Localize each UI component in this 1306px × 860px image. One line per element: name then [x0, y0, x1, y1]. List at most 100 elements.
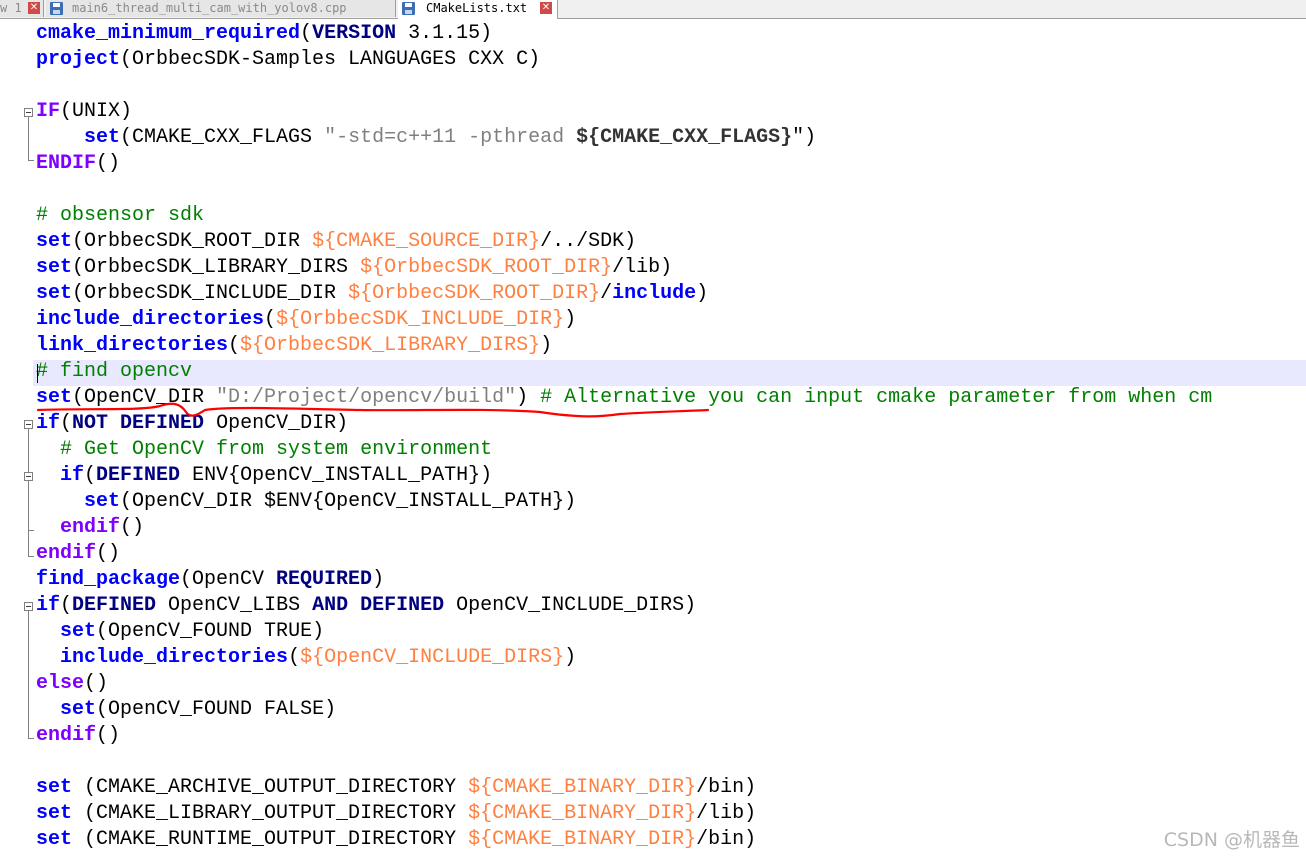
code-comment: # obsensor sdk — [36, 204, 205, 227]
code-line-13: link_directories(${OrbbecSDK_LIBRARY_DIR… — [36, 333, 552, 359]
code-token: VERSION — [312, 22, 397, 45]
code-token: ${CMAKE_BINARY_DIR} — [468, 802, 697, 825]
code-line-1: cmake_minimum_required(VERSION 3.1.15) — [36, 21, 492, 47]
code-token: "D:/Project/opencv/build" — [216, 386, 517, 409]
code-line-14: # find opencv — [36, 359, 192, 385]
code-line-16: if(NOT DEFINED OpenCV_DIR) — [36, 411, 348, 437]
code-token: include_directories — [36, 308, 265, 331]
code-token: ) — [516, 386, 541, 409]
code-token: () — [96, 152, 121, 175]
close-icon[interactable]: ✕ — [28, 2, 40, 14]
code-token: DEFINED — [96, 464, 181, 487]
fold-toggle-icon[interactable] — [24, 602, 33, 611]
code-token: else — [36, 672, 85, 695]
code-comment: # find opencv — [36, 360, 193, 383]
code-line-5: set(CMAKE_CXX_FLAGS "-std=c++11 -pthread… — [36, 125, 816, 151]
code-line-25: include_directories(${OpenCV_INCLUDE_DIR… — [36, 645, 576, 671]
code-token: ${CMAKE_BINARY_DIR} — [468, 828, 697, 851]
code-token: endif — [36, 724, 97, 747]
code-token: ( — [264, 308, 277, 331]
tab-previous[interactable]: w 1 ✕ — [0, 0, 44, 17]
code-token: (CMAKE_CXX_FLAGS — [120, 126, 325, 149]
code-token: set — [36, 230, 73, 253]
code-token: (CMAKE_RUNTIME_OUTPUT_DIRECTORY — [72, 828, 469, 851]
code-token: if — [36, 412, 61, 435]
code-line-10: set(OrbbecSDK_LIBRARY_DIRS ${OrbbecSDK_R… — [36, 255, 672, 281]
code-token: / — [600, 282, 613, 305]
code-token: ) — [696, 282, 709, 305]
code-line-6: ENDIF() — [36, 151, 120, 177]
file-saved-icon — [50, 2, 63, 15]
code-line-28: endif() — [36, 723, 120, 749]
code-token: ${OpenCV_INCLUDE_DIRS} — [300, 646, 565, 669]
code-token: "-std=c++11 -pthread — [324, 126, 577, 149]
code-token: ${OrbbecSDK_INCLUDE_DIR} — [276, 308, 565, 331]
code-line-2: project(OrbbecSDK-Samples LANGUAGES CXX … — [36, 47, 540, 73]
code-line-31: set (CMAKE_LIBRARY_OUTPUT_DIRECTORY ${CM… — [36, 801, 756, 827]
code-line-24: set(OpenCV_FOUND TRUE) — [36, 619, 324, 645]
code-token: AND DEFINED — [312, 594, 445, 617]
code-token: (OpenCV_DIR — [72, 386, 217, 409]
code-token: /bin) — [696, 828, 757, 851]
code-line-11: set(OrbbecSDK_INCLUDE_DIR ${OrbbecSDK_RO… — [36, 281, 708, 307]
code-token: (OpenCV_DIR $ENV{OpenCV_INSTALL_PATH}) — [120, 490, 577, 513]
code-token: set — [36, 828, 73, 851]
fold-toggle-icon[interactable] — [24, 420, 33, 429]
code-comment: # Get OpenCV from system environment — [60, 438, 493, 461]
code-token: REQUIRED — [276, 568, 373, 591]
code-token: (OrbbecSDK-Samples LANGUAGES CXX C) — [120, 48, 541, 71]
code-token: set — [36, 776, 73, 799]
code-token: IF — [36, 100, 61, 123]
fold-end — [28, 738, 34, 739]
code-line-4: IF(UNIX) — [36, 99, 132, 125]
code-token: /lib) — [696, 802, 757, 825]
tab-label: main6_thread_multi_cam_with_yolov8.cpp — [72, 1, 347, 15]
code-token: (OpenCV_FOUND FALSE) — [96, 698, 337, 721]
code-line-22: find_package(OpenCV REQUIRED) — [36, 567, 384, 593]
code-token: OpenCV_LIBS — [156, 594, 313, 617]
code-token: project — [36, 48, 121, 71]
code-token: set — [36, 256, 73, 279]
tab-bar: w 1 ✕ main6_thread_multi_cam_with_yolov8… — [0, 0, 1306, 19]
code-token: set — [60, 620, 97, 643]
code-line-18: if(DEFINED ENV{OpenCV_INSTALL_PATH}) — [36, 463, 492, 489]
fold-toggle-icon[interactable] — [24, 472, 33, 481]
tab-cmakelists[interactable]: CMakeLists.txt ✕ — [398, 0, 558, 19]
code-token: OpenCV_DIR) — [204, 412, 349, 435]
code-token: set — [60, 698, 97, 721]
close-icon[interactable]: ✕ — [540, 2, 552, 14]
code-line-23: if(DEFINED OpenCV_LIBS AND DEFINED OpenC… — [36, 593, 696, 619]
fold-end — [28, 556, 34, 557]
tab-label: w 1 — [0, 1, 22, 15]
code-token: if — [60, 464, 85, 487]
code-token: ) — [372, 568, 385, 591]
code-token: find_package — [36, 568, 181, 591]
code-token: endif — [36, 542, 97, 565]
fold-line — [28, 429, 29, 556]
code-token: ${OrbbecSDK_ROOT_DIR} — [360, 256, 613, 279]
code-token: ENV{OpenCV_INSTALL_PATH}) — [180, 464, 493, 487]
code-token: DEFINED — [72, 594, 157, 617]
code-token: set — [36, 282, 73, 305]
tab-main6-cpp[interactable]: main6_thread_multi_cam_with_yolov8.cpp ✕ — [46, 0, 396, 17]
code-token: (OrbbecSDK_ROOT_DIR — [72, 230, 313, 253]
tab-label: CMakeLists.txt — [426, 1, 528, 15]
code-token: ( — [228, 334, 241, 357]
code-token: (CMAKE_LIBRARY_OUTPUT_DIRECTORY — [72, 802, 469, 825]
code-token: ${OrbbecSDK_ROOT_DIR} — [348, 282, 601, 305]
code-token: 3.1.15) — [396, 22, 493, 45]
code-line-26: else() — [36, 671, 108, 697]
code-token: OpenCV_INCLUDE_DIRS) — [444, 594, 697, 617]
code-token: set — [36, 386, 73, 409]
code-token: ) — [540, 334, 553, 357]
fold-toggle-icon[interactable] — [24, 108, 33, 117]
code-line-8: # obsensor sdk — [36, 203, 204, 229]
code-token: ENDIF — [36, 152, 97, 175]
code-token: () — [84, 672, 109, 695]
code-token: () — [96, 542, 121, 565]
code-token: ${CMAKE_BINARY_DIR} — [468, 776, 697, 799]
